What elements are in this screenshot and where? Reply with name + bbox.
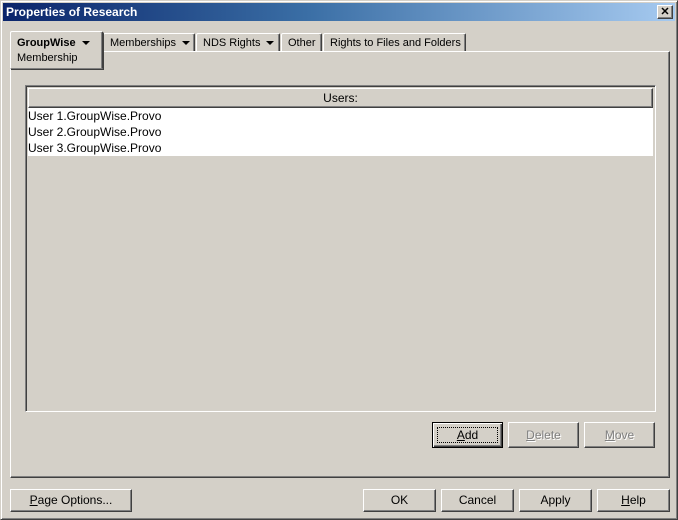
users-listbox[interactable]: Users: User 1.GroupWise.Provo User 2.Gro… — [25, 85, 656, 412]
ok-button[interactable]: OK — [363, 489, 436, 512]
add-button[interactable]: Add — [432, 422, 503, 448]
cancel-button[interactable]: Cancel — [441, 489, 514, 512]
tab-label: GroupWise — [17, 37, 76, 49]
users-list: User 1.GroupWise.Provo User 2.GroupWise.… — [28, 108, 653, 156]
properties-dialog: Properties of Research ✕ GroupWise Membe… — [0, 0, 678, 520]
users-column-header[interactable]: Users: — [28, 88, 653, 108]
close-button[interactable]: ✕ — [657, 5, 673, 19]
tab-nds-rights[interactable]: NDS Rights — [196, 33, 280, 51]
tab-rights-to-files-and-folders[interactable]: Rights to Files and Folders — [323, 33, 466, 51]
list-item[interactable]: User 3.GroupWise.Provo — [28, 140, 653, 156]
focus-rect — [437, 427, 498, 443]
tab-sublabel-membership[interactable]: Membership — [17, 52, 96, 64]
tab-label: Other — [288, 37, 316, 49]
dropdown-arrow-icon[interactable] — [182, 41, 191, 46]
tab-label: Memberships — [110, 37, 177, 49]
list-item[interactable]: User 1.GroupWise.Provo — [28, 108, 653, 124]
title-bar[interactable]: Properties of Research ✕ — [3, 3, 675, 21]
tab-groupwise[interactable]: GroupWise Membership — [10, 31, 103, 69]
list-item[interactable]: User 2.GroupWise.Provo — [28, 124, 653, 140]
delete-button[interactable]: Delete — [508, 422, 579, 448]
window-title: Properties of Research — [6, 5, 138, 19]
move-button[interactable]: Move — [584, 422, 655, 448]
dropdown-arrow-icon[interactable] — [81, 41, 90, 46]
close-icon: ✕ — [660, 6, 670, 18]
tab-other[interactable]: Other — [281, 33, 322, 51]
tab-memberships[interactable]: Memberships — [103, 33, 195, 51]
tab-label: Rights to Files and Folders — [330, 37, 461, 49]
dropdown-arrow-icon[interactable] — [266, 41, 275, 46]
page-options-button[interactable]: Page Options... — [10, 489, 132, 512]
help-button[interactable]: Help — [597, 489, 670, 512]
apply-button[interactable]: Apply — [519, 489, 592, 512]
tab-label: NDS Rights — [203, 37, 261, 49]
